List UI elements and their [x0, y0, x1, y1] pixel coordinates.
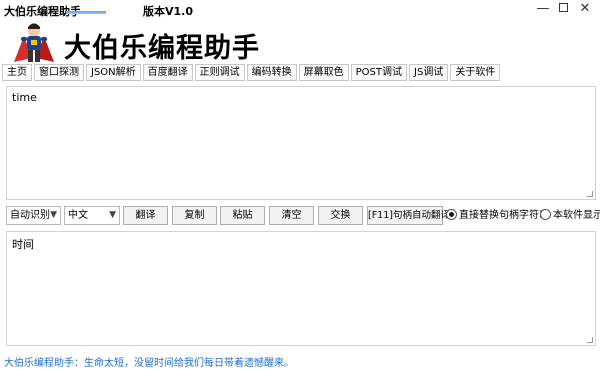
footer-slogan: 大伯乐编程助手：生命太短，没留时间给我们每日带着遗憾醒来。 [4, 358, 294, 369]
tab-encoding[interactable]: 编码转换 [246, 64, 297, 81]
source-language-value: 自动识别 [10, 210, 50, 221]
title-bar: 大伯乐编程助手 版本V1.0 — ✕ [0, 0, 600, 20]
swap-button[interactable]: 交换 [318, 206, 363, 225]
superhero-logo-icon [14, 23, 54, 62]
title-accent-bar [66, 11, 106, 14]
translation-output[interactable]: 时间 [6, 231, 596, 346]
tab-js-debug[interactable]: JS调试 [409, 64, 449, 81]
chevron-down-icon: ▼ [109, 210, 116, 220]
resize-grip-icon[interactable] [587, 337, 593, 343]
paste-button[interactable]: 粘贴 [220, 206, 265, 225]
source-text: time [12, 91, 37, 104]
version-label: 版本V1.0 [143, 5, 193, 18]
banner: 大伯乐编程助手 [0, 20, 600, 64]
translation-text: 时间 [12, 238, 34, 251]
resize-grip-icon[interactable] [587, 191, 593, 197]
radio-selected-icon [446, 209, 457, 220]
tab-post-debug[interactable]: POST调试 [350, 64, 408, 81]
tab-color-picker[interactable]: 屏幕取色 [298, 64, 349, 81]
radio-unselected-icon [540, 209, 551, 220]
maximize-icon [558, 3, 568, 12]
target-language-select[interactable]: 中文 ▼ [64, 206, 120, 225]
radio-show-in-app[interactable]: 本软件显示 [540, 208, 600, 224]
maximize-button[interactable] [554, 1, 572, 17]
minimize-button[interactable]: — [534, 1, 552, 17]
chevron-down-icon: ▼ [50, 210, 57, 220]
target-language-value: 中文 [68, 210, 88, 221]
f11-auto-translate-button[interactable]: [F11]句柄自动翻译 [367, 206, 450, 225]
tab-home[interactable]: 主页 [2, 64, 32, 81]
radio-replace-handle-string[interactable]: 直接替换句柄字符串 [446, 208, 549, 224]
banner-title: 大伯乐编程助手 [64, 33, 260, 64]
close-button[interactable]: ✕ [576, 1, 594, 17]
source-language-select[interactable]: 自动识别 ▼ [6, 206, 61, 225]
translate-button[interactable]: 翻译 [123, 206, 168, 225]
tab-regex-debug[interactable]: 正则调试 [194, 64, 245, 81]
tab-baidu-translate[interactable]: 百度翻译 [142, 64, 193, 81]
tab-about[interactable]: 关于软件 [450, 64, 501, 81]
source-text-input[interactable]: time [6, 86, 596, 200]
radio-replace-label: 直接替换句柄字符串 [459, 210, 549, 221]
tab-window-probe[interactable]: 窗口探测 [34, 64, 84, 81]
radio-show-label: 本软件显示 [553, 210, 600, 221]
tab-json-parse[interactable]: JSON解析 [86, 64, 141, 81]
copy-button[interactable]: 复制 [172, 206, 217, 225]
tab-bar: 主页 窗口探测 JSON解析 百度翻译 正则调试 编码转换 屏幕取色 POST调… [2, 64, 502, 81]
clear-button[interactable]: 清空 [269, 206, 314, 225]
